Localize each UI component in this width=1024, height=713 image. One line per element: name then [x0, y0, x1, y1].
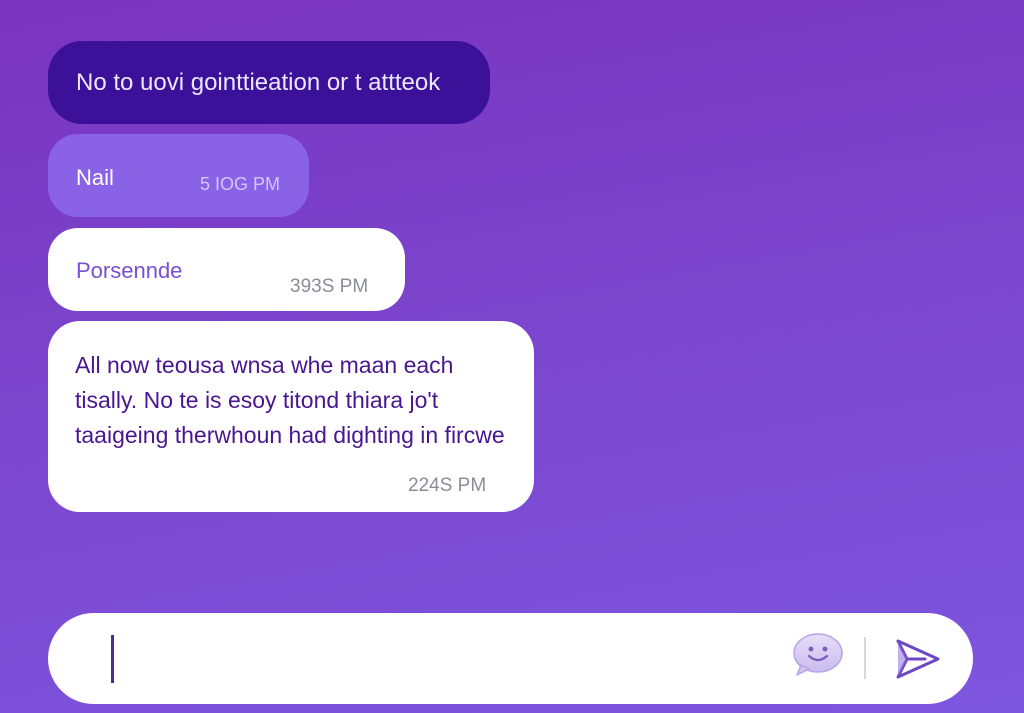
- composer-divider: [864, 637, 866, 679]
- message-text: No to uovi gointtieation or t attteok: [76, 69, 441, 96]
- message-text: All now teousa wnsa whe maan each tisall…: [75, 352, 505, 448]
- text-cursor: [111, 635, 114, 683]
- message-bubble-outgoing-2: Nail 5 IOG PM: [48, 134, 309, 217]
- message-bubble-incoming-1: Porsennde 393S PM: [48, 228, 405, 311]
- message-bubble-incoming-2: All now teousa wnsa whe maan each tisall…: [48, 321, 534, 512]
- chat-window: No to uovi gointtieation or t attteok Na…: [0, 0, 1024, 713]
- emoji-button[interactable]: [791, 631, 847, 679]
- message-timestamp: 5 IOG PM: [200, 174, 281, 194]
- message-timestamp: 224S PM: [408, 475, 487, 496]
- message-text: Porsennde: [76, 258, 183, 283]
- message-composer: [48, 613, 973, 704]
- message-timestamp: 393S PM: [290, 276, 369, 297]
- message-input[interactable]: [118, 633, 768, 685]
- send-button[interactable]: [895, 637, 941, 681]
- smiley-chat-icon: [793, 633, 843, 676]
- message-bubble-outgoing-1: No to uovi gointtieation or t attteok: [48, 41, 490, 124]
- send-arrow-icon: [896, 639, 940, 679]
- message-text: Nail: [76, 165, 114, 190]
